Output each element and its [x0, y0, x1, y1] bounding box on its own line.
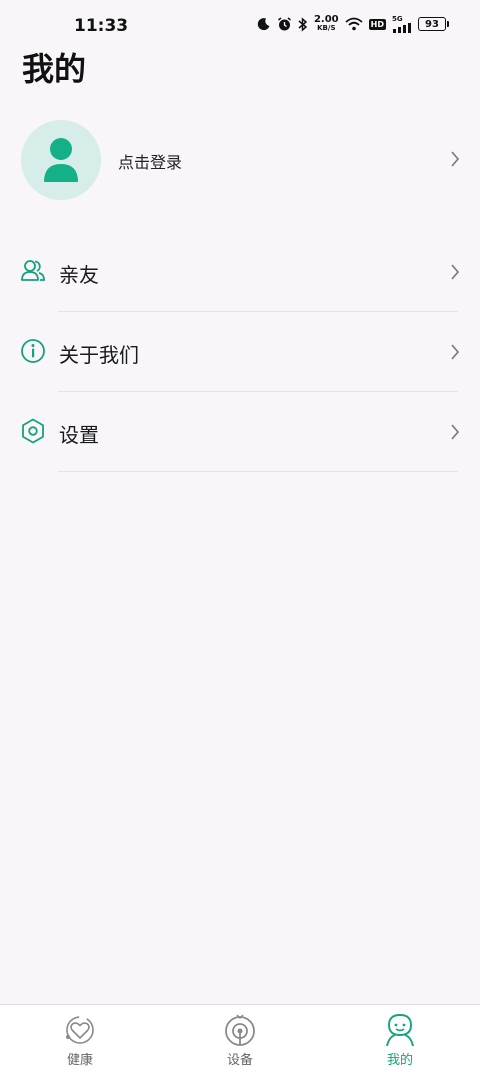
signal-icon	[393, 22, 411, 33]
alarm-icon	[278, 16, 291, 30]
battery-level: 93	[425, 18, 439, 30]
hd-badge: HD	[368, 18, 386, 30]
tab-label-health: 健康	[66, 1053, 93, 1068]
screen: 11:33 2.00 KB/S HD 5G 93 我的 点击登录 亲友 关于我们…	[0, 0, 480, 1072]
status-icons: 2.00 KB/S HD 5G 93	[257, 14, 449, 33]
mine-icon	[386, 1014, 414, 1047]
signal-group: 5G	[392, 14, 412, 33]
chevron-right-icon	[451, 344, 460, 360]
chevron-right-icon	[451, 264, 460, 280]
menu-list: 亲友 关于我们 设置	[0, 232, 480, 472]
device-icon	[225, 1014, 255, 1046]
menu-item-settings[interactable]: 设置	[0, 392, 480, 472]
user-avatar-icon	[44, 138, 78, 182]
chevron-right-icon	[451, 151, 460, 167]
net-speed-value: 2.00	[313, 14, 339, 25]
status-time: 11:33	[74, 16, 129, 36]
signal-label: 5G	[392, 14, 403, 23]
login-row[interactable]: 点击登录	[0, 118, 480, 202]
chevron-right-icon	[451, 424, 460, 440]
page-title: 我的	[22, 50, 87, 88]
moon-icon	[257, 18, 270, 31]
menu-label-friends: 亲友	[59, 263, 99, 287]
divider	[58, 471, 458, 472]
tab-label-mine: 我的	[386, 1053, 413, 1068]
menu-label-about: 关于我们	[59, 343, 139, 367]
wifi-icon	[345, 17, 363, 31]
health-icon	[66, 1016, 94, 1044]
tab-health[interactable]: 健康	[0, 1005, 160, 1072]
info-icon	[21, 339, 45, 363]
net-speed-unit: KB/S	[317, 24, 336, 32]
friends-icon	[21, 260, 45, 281]
avatar[interactable]	[21, 120, 101, 200]
tab-device[interactable]: 设备	[160, 1005, 320, 1072]
tab-label-device: 设备	[226, 1053, 253, 1068]
tab-mine[interactable]: 我的	[320, 1005, 480, 1072]
menu-item-friends[interactable]: 亲友	[0, 232, 480, 312]
bluetooth-icon	[298, 16, 308, 32]
battery-icon: 93	[418, 17, 449, 31]
login-label[interactable]: 点击登录	[118, 149, 182, 173]
menu-label-settings: 设置	[59, 423, 99, 447]
bottom-nav: 健康 设备 我的	[0, 1004, 480, 1072]
net-speed: 2.00 KB/S	[314, 15, 339, 33]
menu-item-about[interactable]: 关于我们	[0, 312, 480, 392]
settings-hex-icon	[22, 418, 44, 444]
